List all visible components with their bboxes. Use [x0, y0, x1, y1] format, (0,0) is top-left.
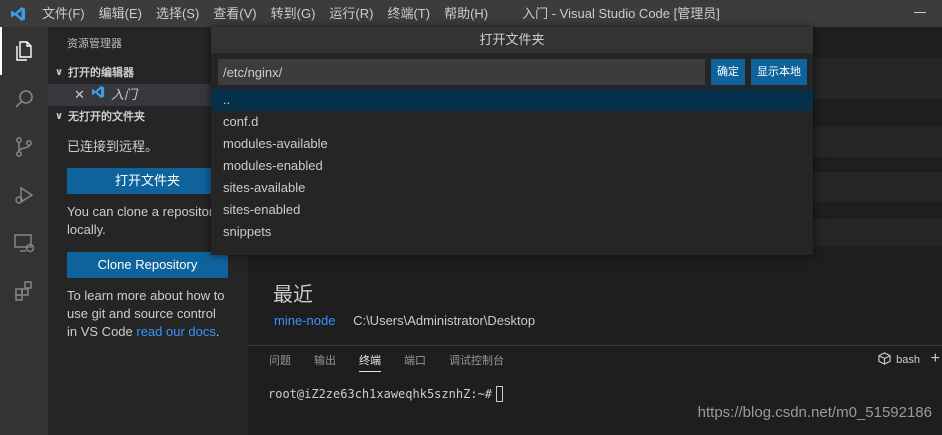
tab-terminal[interactable]: 终端: [359, 346, 381, 376]
connected-text: 已连接到远程。: [67, 139, 159, 154]
vscode-logo-icon: [0, 0, 35, 27]
chevron-down-icon: ∨: [54, 67, 64, 78]
menu-selection[interactable]: 选择(S): [149, 0, 206, 27]
terminal-selector[interactable]: bash: [878, 352, 920, 368]
tab-ports[interactable]: 端口: [404, 346, 426, 376]
vscode-file-icon: [91, 84, 105, 106]
recent-item: mine-node C:\Users\Administrator\Desktop: [274, 313, 535, 328]
watermark: https://blog.csdn.net/m0_51592186: [697, 404, 932, 421]
minimize-icon[interactable]: [914, 12, 926, 13]
terminal-shell-label: bash: [896, 354, 920, 366]
new-terminal-icon[interactable]: +: [931, 350, 940, 368]
dialog-title: 打开文件夹: [211, 27, 813, 53]
open-folder-dialog: 打开文件夹 确定 显示本地 .. conf.d modules-availabl…: [211, 27, 813, 255]
list-item[interactable]: ..: [211, 89, 813, 111]
title-bar: 文件(F) 编辑(E) 选择(S) 查看(V) 转到(G) 运行(R) 终端(T…: [0, 0, 942, 27]
recent-title: 最近: [273, 284, 313, 306]
list-item[interactable]: modules-available: [211, 133, 813, 155]
remote-explorer-icon[interactable]: [0, 219, 48, 267]
clone-text-line1: You can clone a repository: [67, 204, 220, 219]
menu-help[interactable]: 帮助(H): [437, 0, 495, 27]
run-debug-icon[interactable]: [0, 171, 48, 219]
tab-output[interactable]: 输出: [314, 346, 336, 376]
bottom-panel: 问题 输出 终端 端口 调试控制台 bash + root@iZ2ze63ch1…: [248, 345, 942, 435]
menu-terminal[interactable]: 终端(T): [380, 0, 437, 27]
close-icon[interactable]: ✕: [74, 84, 85, 106]
menu-run[interactable]: 运行(R): [322, 0, 380, 27]
list-item[interactable]: snippets: [211, 221, 813, 243]
menu-edit[interactable]: 编辑(E): [92, 0, 149, 27]
menu-view[interactable]: 查看(V): [206, 0, 263, 27]
terminal-prompt: root@iZ2ze63ch1xaweqhk5sznhZ:~#: [268, 387, 492, 401]
learn-text: To learn more about how to use git and s…: [67, 288, 225, 339]
tab-debug-console[interactable]: 调试控制台: [449, 346, 504, 376]
recent-item-name[interactable]: mine-node: [274, 313, 335, 328]
read-docs-link[interactable]: read our docs: [136, 324, 216, 339]
clone-text-line2: locally.: [67, 222, 106, 237]
clone-repository-button[interactable]: Clone Repository: [67, 252, 228, 278]
chevron-down-icon: ∨: [54, 111, 64, 122]
ok-button[interactable]: 确定: [711, 59, 745, 85]
menu-go[interactable]: 转到(G): [264, 0, 323, 27]
terminal-cursor: [495, 386, 503, 402]
search-icon[interactable]: [0, 75, 48, 123]
dialog-input-row: 确定 显示本地: [211, 53, 813, 86]
panel-tabs: 问题 输出 终端 端口 调试控制台: [248, 346, 942, 376]
tab-problems[interactable]: 问题: [269, 346, 291, 376]
menu-file[interactable]: 文件(F): [35, 0, 92, 27]
terminal-output[interactable]: root@iZ2ze63ch1xaweqhk5sznhZ:~#: [268, 386, 503, 402]
list-item[interactable]: conf.d: [211, 111, 813, 133]
menu-bar: 文件(F) 编辑(E) 选择(S) 查看(V) 转到(G) 运行(R) 终端(T…: [35, 0, 495, 27]
open-editors-label: 打开的编辑器: [68, 67, 134, 79]
open-editor-label: 入门: [110, 87, 137, 102]
no-folder-label: 无打开的文件夹: [68, 111, 145, 123]
path-input[interactable]: [218, 59, 705, 85]
recent-item-path: C:\Users\Administrator\Desktop: [353, 313, 536, 328]
extensions-icon[interactable]: [0, 267, 48, 315]
list-item[interactable]: sites-enabled: [211, 199, 813, 221]
folder-list: .. conf.d modules-available modules-enab…: [211, 89, 813, 243]
open-folder-button[interactable]: 打开文件夹: [67, 168, 228, 194]
source-control-icon[interactable]: [0, 123, 48, 171]
list-item[interactable]: modules-enabled: [211, 155, 813, 177]
show-local-button[interactable]: 显示本地: [751, 59, 807, 85]
list-item[interactable]: sites-available: [211, 177, 813, 199]
explorer-icon[interactable]: [0, 27, 48, 75]
terminal-shell-icon: [878, 352, 891, 368]
activity-bar: [0, 27, 48, 435]
